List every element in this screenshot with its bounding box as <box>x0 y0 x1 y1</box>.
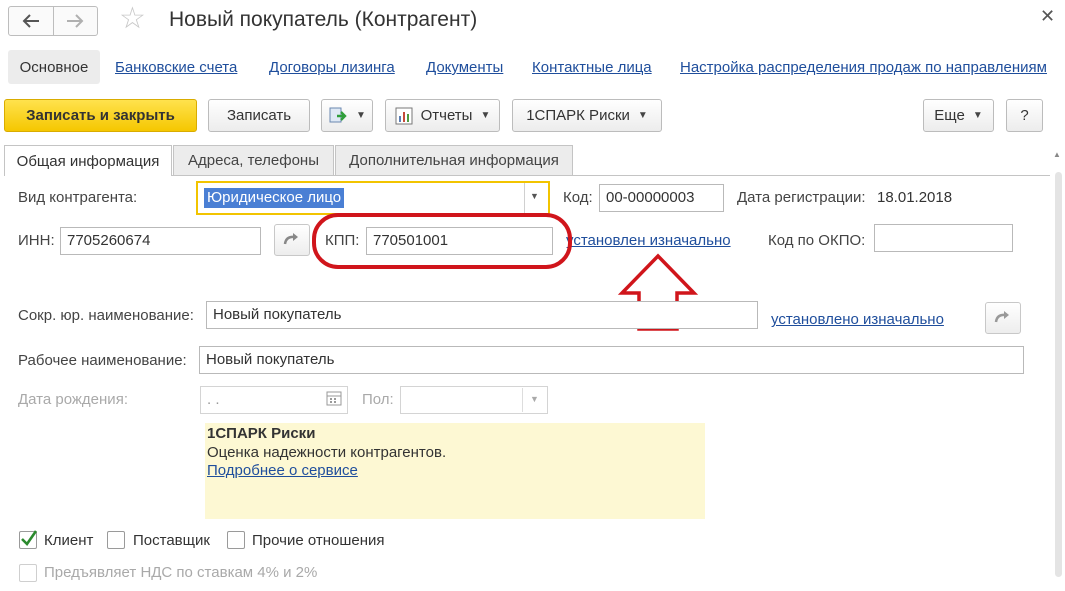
work-name-field[interactable]: Новый покупатель <box>199 346 1024 374</box>
chevron-down-icon: ▼ <box>480 110 491 121</box>
birth-date-value: . . <box>207 391 220 408</box>
spark-info-title: 1СПАРК Риски <box>207 425 316 442</box>
scrollbar-thumb[interactable] <box>1055 172 1062 577</box>
create-based-on-button[interactable]: ▼ <box>321 99 373 132</box>
nav-bank-accounts[interactable]: Банковские счета <box>115 59 237 76</box>
code-field[interactable]: 00-00000003 <box>599 184 724 212</box>
registration-date-value: 18.01.2018 <box>877 189 953 206</box>
tab-general[interactable]: Общая информация <box>4 145 172 176</box>
arrow-right-icon[interactable] <box>52 7 98 35</box>
more-button[interactable]: Еще ▼ <box>923 99 994 132</box>
okpo-field[interactable] <box>874 224 1013 252</box>
close-icon[interactable]: ✕ <box>1040 6 1055 27</box>
client-checkbox[interactable] <box>19 530 38 549</box>
reports-button[interactable]: Отчеты ▼ <box>385 99 500 132</box>
history-nav <box>8 6 98 36</box>
spark-label: 1СПАРК Риски <box>526 107 630 124</box>
short-name-label: Сокр. юр. наименование: <box>18 307 194 324</box>
gender-select[interactable] <box>400 386 548 414</box>
kpp-label: КПП: <box>325 232 360 249</box>
code-label: Код: <box>563 189 593 206</box>
scrollbar[interactable]: ▲ <box>1053 150 1063 587</box>
chevron-down-icon: ▼ <box>356 110 366 121</box>
kpp-status-link[interactable]: установлен изначально <box>566 232 731 249</box>
registration-date-label: Дата регистрации: <box>737 189 866 206</box>
short-name-field[interactable]: Новый покупатель <box>206 301 758 329</box>
tab-additional[interactable]: Дополнительная информация <box>335 145 573 175</box>
nav-leasing-contracts[interactable]: Договоры лизинга <box>269 59 395 76</box>
gender-label: Пол: <box>362 391 394 408</box>
calendar-icon[interactable] <box>325 389 345 409</box>
refresh-arrow-icon[interactable] <box>985 302 1021 334</box>
inn-field[interactable]: 7705260674 <box>60 227 261 255</box>
vat-label: Предъявляет НДС по ставкам 4% и 2% <box>44 564 318 581</box>
short-name-status-link[interactable]: установлено изначально <box>771 311 944 328</box>
counterparty-type-select[interactable]: Юридическое лицо ▼ <box>196 181 550 215</box>
kpp-field[interactable]: 770501001 <box>366 227 553 255</box>
other-relations-label: Прочие отношения <box>252 532 385 549</box>
save-close-button[interactable]: Записать и закрыть <box>4 99 197 132</box>
supplier-checkbox[interactable] <box>107 531 125 549</box>
help-button[interactable]: ? <box>1006 99 1043 132</box>
nav-documents[interactable]: Документы <box>426 59 503 76</box>
nav-sales-distribution[interactable]: Настройка распределения продаж по направ… <box>680 59 1065 76</box>
select-divider <box>524 183 525 213</box>
counterparty-type-value: Юридическое лицо <box>204 188 345 208</box>
active-tab-join <box>5 174 171 176</box>
spark-info-panel: 1СПАРК Риски Оценка надежности контраген… <box>205 423 705 519</box>
reports-label: Отчеты <box>420 107 473 124</box>
checkmark-icon <box>21 530 38 547</box>
birth-date-label: Дата рождения: <box>18 391 128 408</box>
spark-button[interactable]: 1СПАРК Риски ▼ <box>512 99 662 132</box>
other-relations-checkbox[interactable] <box>227 531 245 549</box>
supplier-label: Поставщик <box>133 532 210 549</box>
nav-main[interactable]: Основное <box>8 50 100 84</box>
page-title: Новый покупатель (Контрагент) <box>169 8 478 31</box>
spark-info-text: Оценка надежности контрагентов. <box>207 444 447 461</box>
arrow-left-icon[interactable] <box>9 7 53 35</box>
chevron-down-icon[interactable]: ▼ <box>530 394 539 404</box>
refresh-arrow-icon[interactable] <box>274 224 310 256</box>
document-arrow-icon <box>329 107 347 122</box>
star-icon[interactable]: ☆ <box>119 4 146 34</box>
report-icon <box>395 107 413 124</box>
more-label: Еще <box>934 107 965 124</box>
chevron-down-icon: ▼ <box>972 110 983 121</box>
scroll-up-icon[interactable]: ▲ <box>1053 150 1061 159</box>
chevron-down-icon[interactable]: ▼ <box>530 191 539 201</box>
tab-addresses[interactable]: Адреса, телефоны <box>173 145 334 175</box>
inn-label: ИНН: <box>18 232 55 249</box>
chevron-down-icon: ▼ <box>637 110 648 121</box>
nav-contacts[interactable]: Контактные лица <box>532 59 652 76</box>
okpo-label: Код по ОКПО: <box>768 232 866 249</box>
save-button[interactable]: Записать <box>208 99 310 132</box>
work-name-label: Рабочее наименование: <box>18 352 187 369</box>
counterparty-type-label: Вид контрагента: <box>18 189 138 206</box>
vat-checkbox[interactable] <box>19 564 37 582</box>
client-label: Клиент <box>44 532 94 549</box>
spark-info-link[interactable]: Подробнее о сервисе <box>207 462 358 479</box>
select-divider <box>522 388 523 412</box>
